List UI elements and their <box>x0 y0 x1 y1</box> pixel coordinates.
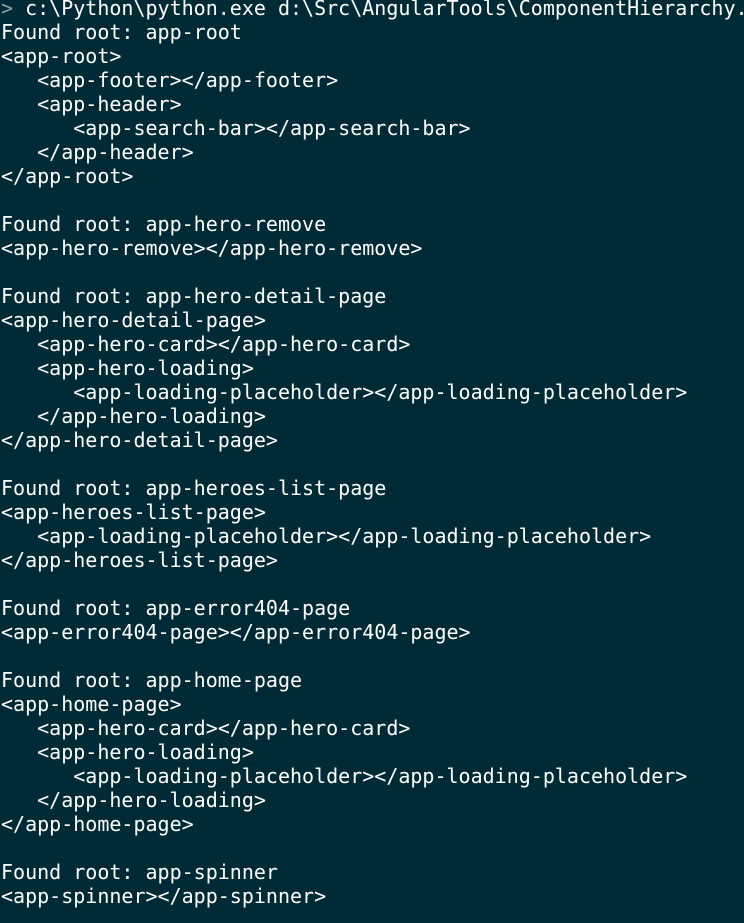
output-line: <app-spinner></app-spinner> <box>1 884 327 908</box>
output-line: <app-loading-placeholder></app-loading-p… <box>1 380 688 404</box>
output-line: </app-hero-detail-page> <box>1 428 278 452</box>
output-line: <app-header> <box>1 92 182 116</box>
output-line: <app-footer></app-footer> <box>1 68 339 92</box>
output-line: <app-search-bar></app-search-bar> <box>1 116 471 140</box>
output-line: Found root: app-hero-remove <box>1 212 327 236</box>
output-line: </app-heroes-list-page> <box>1 548 278 572</box>
output-line: </app-header> <box>1 140 194 164</box>
output-line: Found root: app-heroes-list-page <box>1 476 387 500</box>
output-line: <app-loading-placeholder></app-loading-p… <box>1 524 652 548</box>
output-line: <app-root> <box>1 44 122 68</box>
output-line: <app-hero-card></app-hero-card> <box>1 716 411 740</box>
output-line: Found root: app-error404-page <box>1 596 351 620</box>
output-line: <app-hero-loading> <box>1 356 254 380</box>
output-line: <app-loading-placeholder></app-loading-p… <box>1 764 688 788</box>
output-line: Found root: app-home-page <box>1 668 303 692</box>
output-line: <app-hero-card></app-hero-card> <box>1 332 411 356</box>
terminal-window[interactable]: > c:\Python\python.exe d:\Src\AngularToo… <box>0 0 744 923</box>
output-line: Found root: app-spinner <box>1 860 278 884</box>
output-line: Found root: app-hero-detail-page <box>1 284 387 308</box>
output-line: </app-hero-loading> <box>1 404 266 428</box>
command-text: c:\Python\python.exe d:\Src\AngularTools… <box>13 0 744 20</box>
output-line: Found root: app-root <box>1 20 242 44</box>
output-line: <app-hero-loading> <box>1 740 254 764</box>
output-line: </app-home-page> <box>1 812 194 836</box>
terminal-output: > c:\Python\python.exe d:\Src\AngularToo… <box>1 0 744 908</box>
output-line: </app-hero-loading> <box>1 788 266 812</box>
output-line: <app-home-page> <box>1 692 182 716</box>
output-line: <app-heroes-list-page> <box>1 500 266 524</box>
output-line: </app-root> <box>1 164 134 188</box>
output-line: <app-hero-detail-page> <box>1 308 266 332</box>
output-line: <app-error404-page></app-error404-page> <box>1 620 471 644</box>
prompt-symbol: > <box>1 0 14 20</box>
command-line: > c:\Python\python.exe d:\Src\AngularToo… <box>1 0 744 20</box>
output-line: <app-hero-remove></app-hero-remove> <box>1 236 423 260</box>
